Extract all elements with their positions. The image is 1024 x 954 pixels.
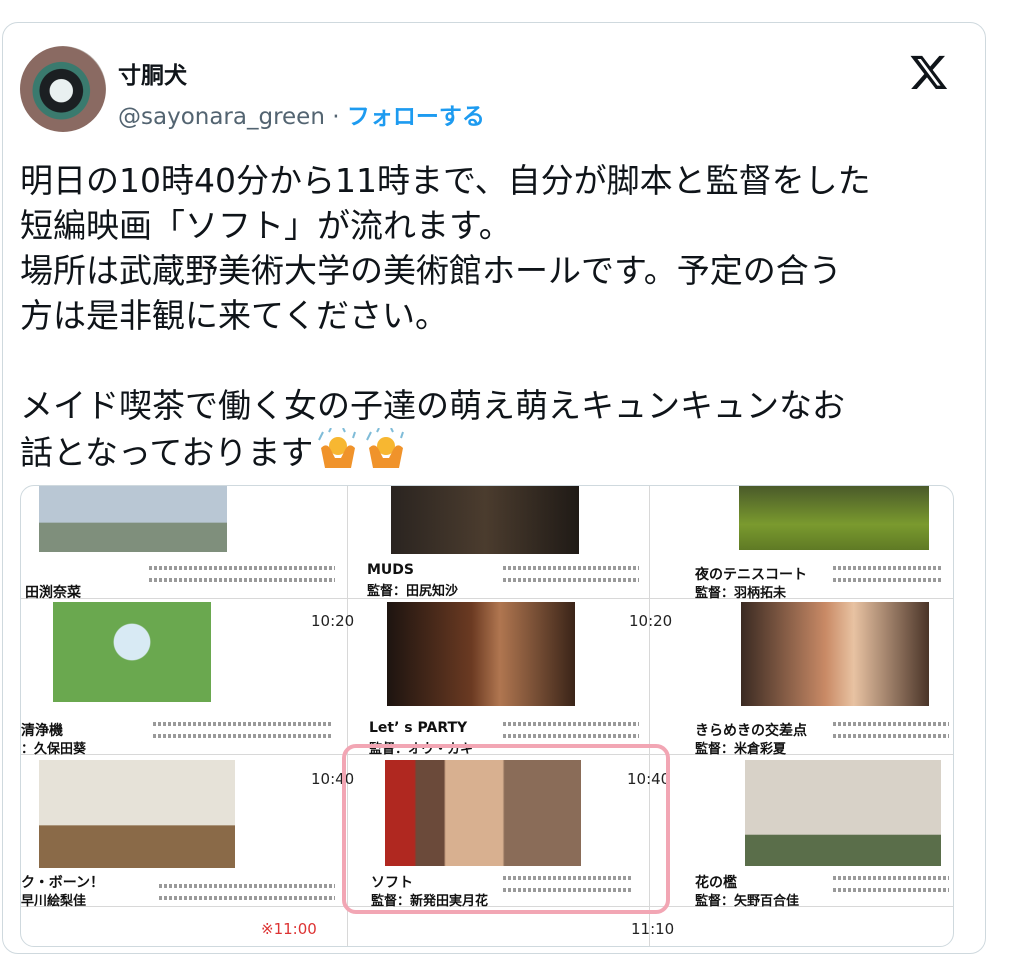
film-director: 早川絵梨佳 (21, 894, 87, 909)
film-description (503, 722, 639, 726)
grid-divider (21, 598, 953, 599)
film-title: 花の檻 (695, 875, 737, 891)
highlight-circle (342, 744, 670, 914)
film-description (833, 734, 949, 738)
film-time: 11:10 (631, 920, 675, 938)
film-description (153, 722, 333, 726)
film-still (391, 486, 579, 554)
film-title: 田渕奈菜 (25, 585, 81, 601)
film-description (503, 566, 639, 570)
film-time: 10:20 (311, 612, 355, 630)
film-director: 監督：羽柄拓未 (695, 586, 787, 601)
follow-button[interactable]: フォローする (347, 104, 485, 130)
film-time: ※11:00 (261, 920, 317, 938)
film-still (741, 602, 929, 706)
author-name[interactable]: 寸胴犬 (118, 56, 187, 90)
film-still (739, 486, 929, 550)
film-description (149, 578, 335, 582)
author-handle[interactable]: @sayonara_green (118, 104, 325, 130)
film-director: 監督：田尻知沙 (367, 584, 459, 599)
film-description (159, 884, 335, 888)
film-title: 清浄機 (21, 723, 63, 739)
tweet-line: 短編映画「ソフト」が流れます。 (20, 206, 512, 245)
film-title: きらめきの交差点 (695, 723, 807, 739)
film-description (503, 734, 639, 738)
film-still (53, 602, 211, 702)
tweet-line: 明日の10時40分から11時まで、自分が脚本と監督をした (20, 161, 871, 200)
author-avatar[interactable] (20, 46, 106, 132)
film-description (149, 566, 335, 570)
film-title: Let’ s PARTY (369, 720, 468, 736)
film-time: 10:20 (629, 612, 673, 630)
x-logo-icon[interactable] (908, 52, 950, 92)
film-still (387, 602, 575, 706)
film-still (39, 760, 235, 868)
person-raising-hands-emoji (318, 428, 357, 468)
tweet-line: メイド喫茶で働く女の子達の萌え萌えキュンキュンなお (20, 386, 845, 425)
film-description (833, 876, 949, 880)
film-director: ：久保田葵 (21, 742, 87, 757)
film-still (745, 760, 941, 866)
tweet-line: 話となっております (20, 433, 314, 472)
handle-row: @sayonara_green · フォローする (118, 97, 485, 131)
film-still (39, 486, 227, 552)
film-title: 夜のテニスコート (695, 567, 807, 583)
person-raising-hands-emoji (366, 428, 405, 468)
separator-dot: · (332, 104, 340, 130)
film-description (833, 578, 943, 582)
film-description (833, 722, 949, 726)
film-description (503, 578, 639, 582)
film-title: MUDS (367, 562, 415, 578)
tweet-line: 方は是非観に来てください。 (20, 296, 449, 335)
film-description (153, 734, 333, 738)
film-title: ク・ボーン！ (21, 875, 105, 891)
film-description (833, 888, 949, 892)
film-director: 監督：矢野百合佳 (695, 894, 800, 909)
tweet-line: 場所は武蔵野美術大学の美術館ホールです。予定の合う (20, 251, 842, 290)
tweet-text: 明日の10時40分から11時まで、自分が脚本と監督をした 短編映画「ソフト」が流… (20, 158, 960, 475)
film-description (159, 896, 335, 900)
film-description (833, 566, 943, 570)
film-director: 監督：米倉彩夏 (695, 742, 787, 757)
